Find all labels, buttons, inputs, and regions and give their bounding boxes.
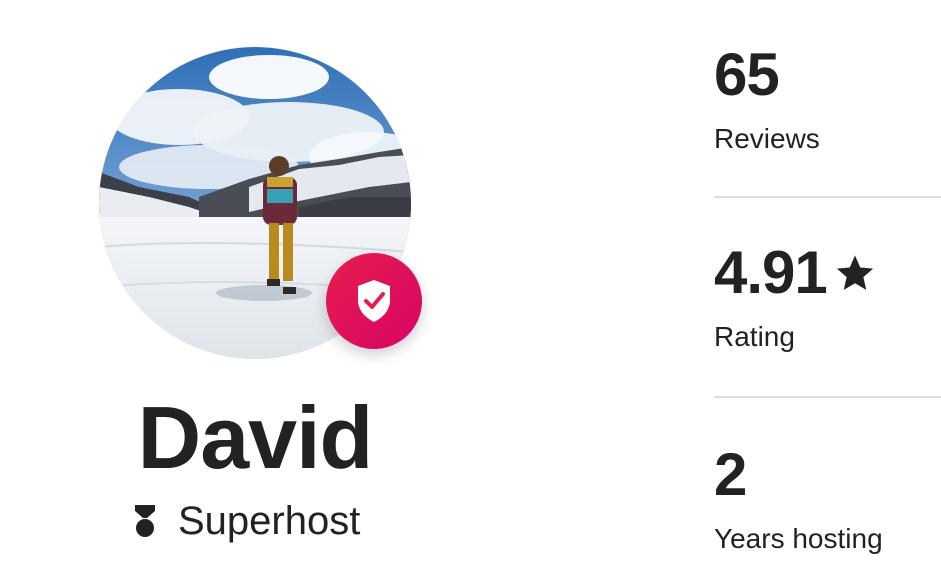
stat-rating: 4.91 Rating (714, 238, 941, 354)
stat-label: Years hosting (714, 523, 883, 554)
host-profile-card: David Superhost 65 Reviews 4.91 Rating 2 (0, 0, 941, 582)
superhost-label: Superhost (178, 499, 361, 543)
stat-value: 65 (714, 41, 780, 108)
stat-reviews[interactable]: 65 Reviews (714, 40, 941, 156)
stat-years-hosting: 2 Years hosting (714, 440, 941, 556)
shield-check-icon (358, 280, 390, 322)
superhost-badge-icon (135, 505, 155, 537)
stat-value-row: 4.91 (714, 238, 941, 308)
stat-label: Reviews (714, 123, 820, 154)
stat-value: 2 (714, 441, 747, 508)
star-icon (836, 255, 873, 290)
stat-value: 4.91 (714, 239, 828, 306)
verified-badge (326, 253, 422, 349)
host-name: David (137, 388, 374, 487)
stat-label: Rating (714, 321, 795, 352)
superhost-badge: Superhost (130, 496, 360, 546)
stat-divider (714, 196, 941, 198)
stat-divider (714, 396, 941, 398)
